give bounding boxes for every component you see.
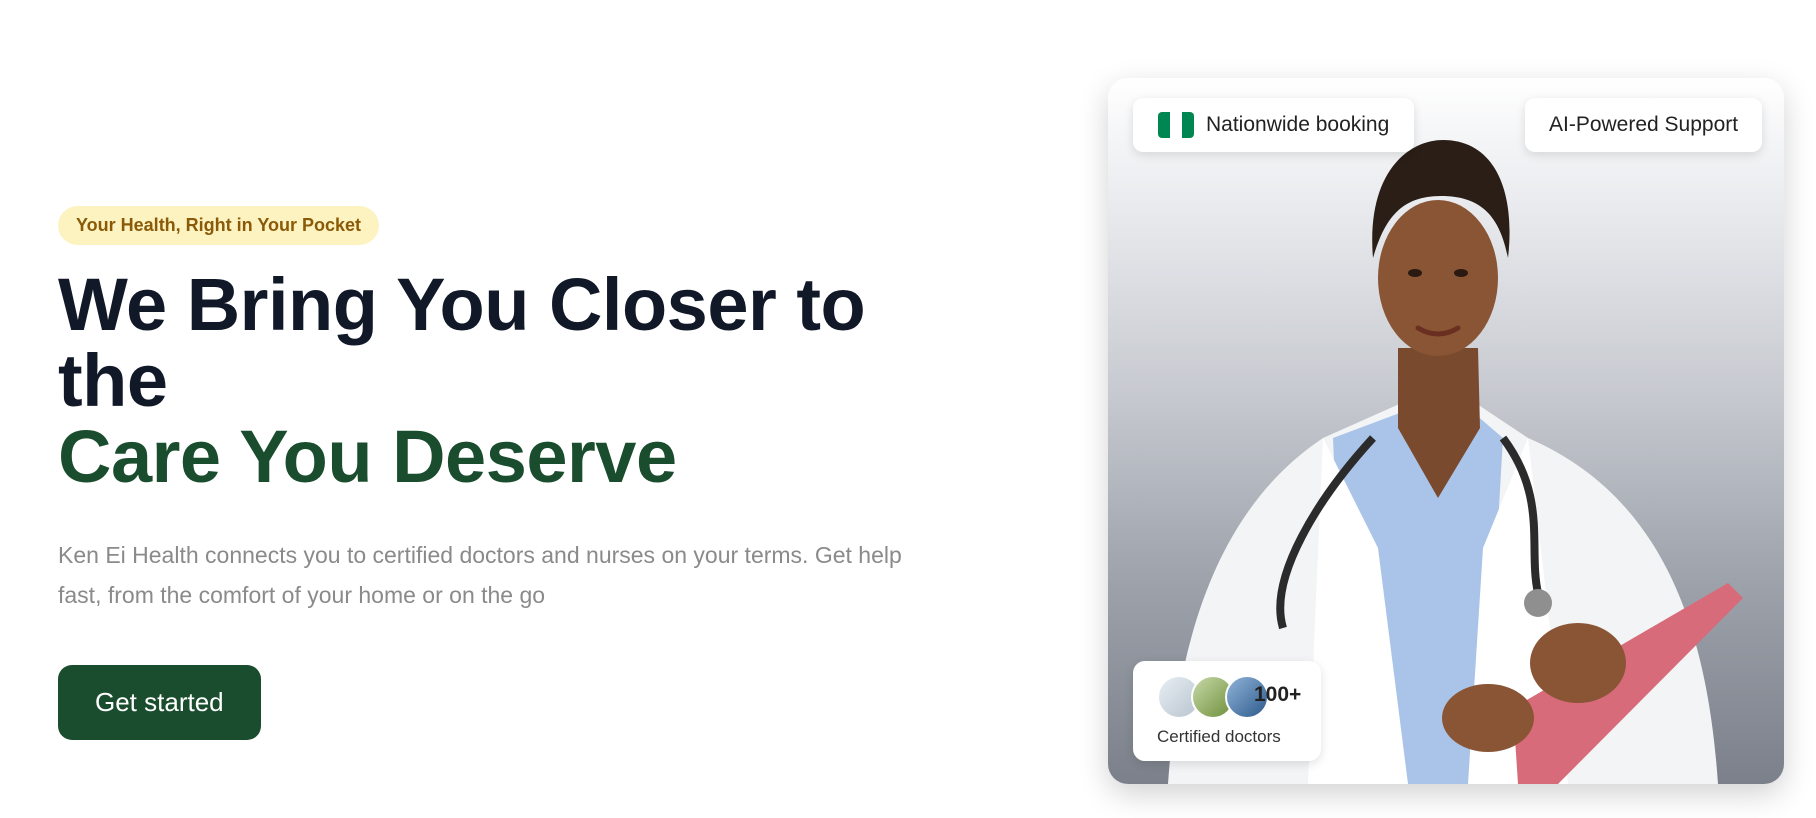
doctor-avatars — [1157, 675, 1269, 719]
doctors-count-label: Certified doctors — [1157, 727, 1281, 746]
nationwide-booking-label: Nationwide booking — [1206, 113, 1390, 136]
nationwide-booking-badge: Nationwide booking — [1133, 98, 1415, 152]
ai-support-badge: AI-Powered Support — [1525, 98, 1763, 152]
hero-description: Ken Ei Health connects you to certified … — [58, 542, 902, 608]
hero-title: We Bring You Closer to the Care You Dese… — [58, 267, 958, 495]
hero-title-line1: We Bring You Closer to the — [58, 263, 866, 422]
hero-image-card: Nationwide booking AI-Powered Support 10… — [1108, 78, 1784, 784]
hero-title-line2: Care You Deserve — [58, 415, 677, 498]
certified-doctors-badge: 100+ Certified doctors — [1133, 661, 1321, 761]
ai-support-label: AI-Powered Support — [1549, 113, 1739, 136]
hero-section: Your Health, Right in Your Pocket We Bri… — [58, 206, 958, 740]
nigeria-flag-icon — [1158, 112, 1194, 138]
get-started-button[interactable]: Get started — [58, 665, 261, 740]
tagline-badge: Your Health, Right in Your Pocket — [58, 206, 380, 245]
doctors-count: 100+ — [1254, 683, 1302, 706]
